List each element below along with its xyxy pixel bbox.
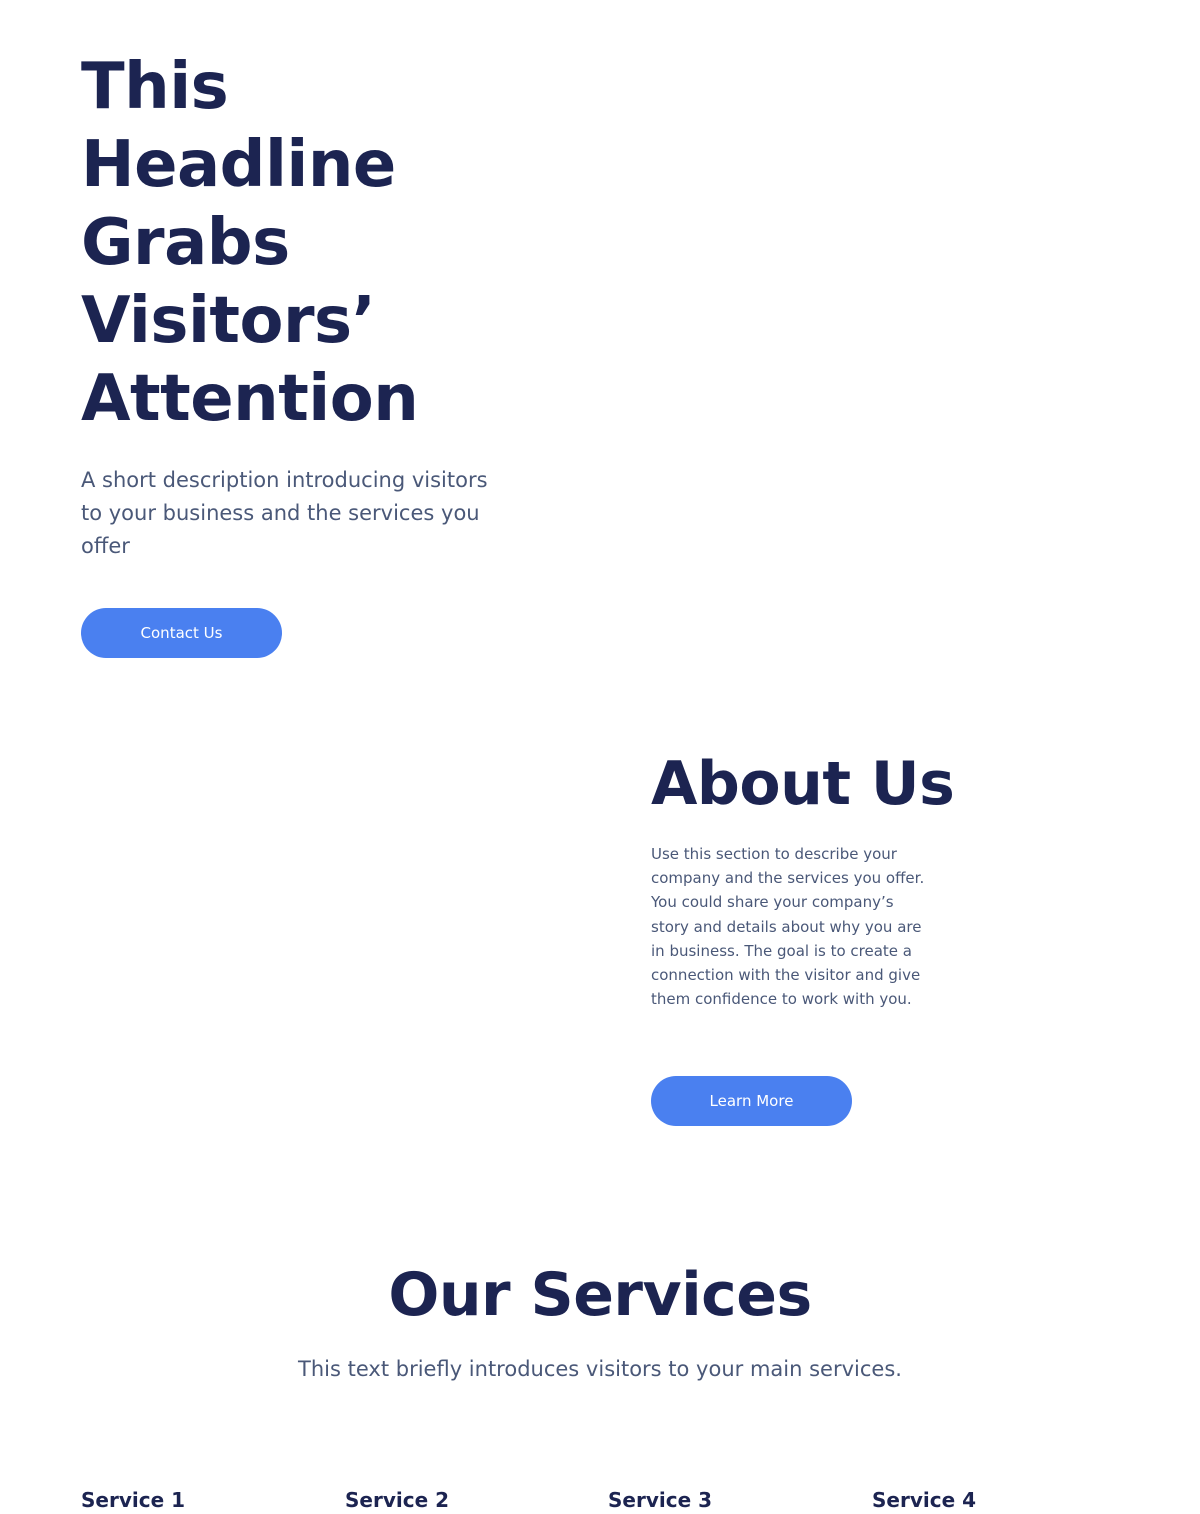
services-title: Our Services <box>388 1260 812 1330</box>
service-item-4: Service 4 <box>872 1488 977 1512</box>
hero-headline-line: Visitors’ <box>81 284 376 358</box>
about-section: About Us Use this section to describe yo… <box>651 748 971 1126</box>
contact-us-button[interactable]: Contact Us <box>81 608 282 658</box>
about-description: Use this section to describe your compan… <box>651 845 925 1009</box>
service-item-1: Service 1 <box>81 1488 186 1512</box>
about-title: About Us <box>651 749 955 819</box>
hero-headline-line: Attention <box>81 362 419 436</box>
service-item-3: Service 3 <box>608 1488 713 1512</box>
services-section: Our Services This text briefly introduce… <box>0 1255 1200 1385</box>
hero-description: A short description introducing visitors… <box>81 468 488 558</box>
hero-headline: This Headline Grabs Visitors’ Attention <box>81 48 531 438</box>
services-intro: This text briefly introduces visitors to… <box>298 1357 902 1381</box>
hero-headline-line: Grabs <box>81 206 290 280</box>
hero-headline-line: Headline <box>81 128 396 202</box>
service-item-2: Service 2 <box>345 1488 450 1512</box>
hero-headline-line: This <box>81 50 229 124</box>
hero-section: This Headline Grabs Visitors’ Attention … <box>81 48 531 658</box>
learn-more-button[interactable]: Learn More <box>651 1076 852 1126</box>
